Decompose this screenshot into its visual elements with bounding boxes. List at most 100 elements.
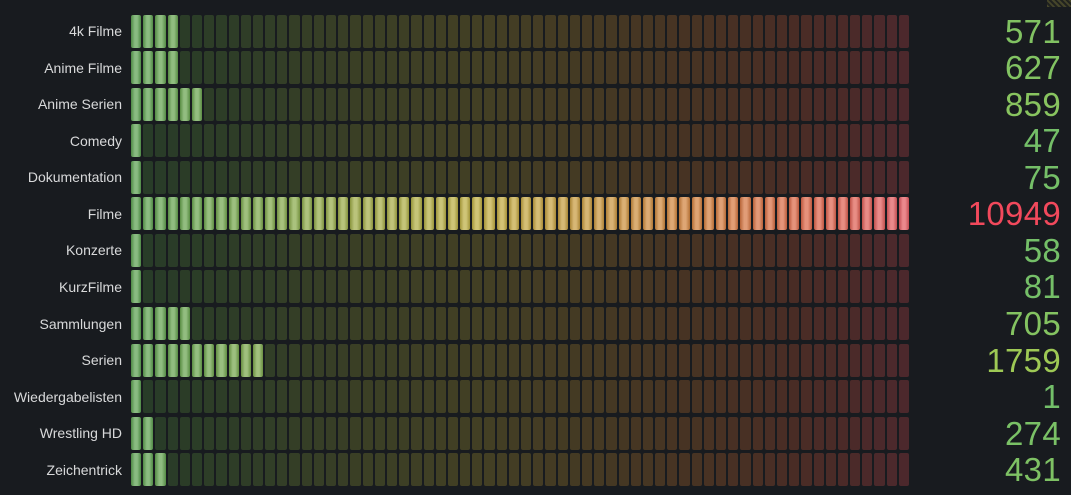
bar-cell-unlit [179, 233, 190, 267]
bar-cell-unlit [801, 160, 812, 194]
bar-cell-unlit [350, 416, 361, 450]
bar-cell-unlit [752, 14, 763, 48]
bar-cell-unlit [472, 160, 483, 194]
bar-cell-unlit [813, 87, 824, 121]
bar-cell-unlit [155, 124, 166, 158]
bar-cell-unlit [435, 453, 446, 487]
row-value: 627 [1005, 49, 1061, 87]
bar-cell-unlit [642, 124, 654, 158]
bar-cell-unlit [240, 233, 251, 267]
bar-cell-unlit [386, 51, 398, 85]
bar-cell-lit [131, 380, 142, 414]
bar-cell-unlit [716, 343, 727, 377]
bar-cell-unlit [569, 160, 580, 194]
bar-cell-unlit [862, 380, 873, 414]
bar-cell-unlit [252, 270, 264, 304]
bar-cell-unlit [521, 453, 532, 487]
bar-cell-unlit [581, 160, 593, 194]
bar-cell-unlit [740, 51, 751, 85]
bar-cell-unlit [801, 124, 812, 158]
bar-cell-unlit [825, 51, 836, 85]
bar-cell-unlit [313, 160, 324, 194]
bar-cell-unlit [618, 87, 629, 121]
bar-cell-unlit [411, 124, 422, 158]
bar-cell-unlit [252, 124, 264, 158]
bar-cell-unlit [326, 270, 337, 304]
bar-cell-unlit [581, 343, 593, 377]
bar-cell-unlit [776, 87, 788, 121]
bar-cell-unlit [581, 307, 593, 341]
bar-cell-unlit [484, 14, 495, 48]
bar-cell-unlit [289, 124, 300, 158]
gauge-row: KurzFilme 81 [0, 269, 1071, 306]
bar-cell-unlit [228, 380, 239, 414]
bar-cell-lit [703, 197, 714, 231]
bar-cell-unlit [740, 87, 751, 121]
bar-cell-unlit [642, 416, 654, 450]
bar-cell-lit [155, 197, 166, 231]
bar-cell-unlit [460, 233, 471, 267]
bar-cell-unlit [460, 51, 471, 85]
corner-texture-decoration [1047, 0, 1071, 7]
bar-cell-unlit [642, 233, 654, 267]
bar-cell-unlit [411, 380, 422, 414]
bar-cell-unlit [679, 380, 690, 414]
gauge-row: Wrestling HD 274 [0, 415, 1071, 452]
bar-cell-unlit [338, 160, 349, 194]
bar-cell-unlit [630, 453, 641, 487]
bar-cell-unlit [289, 416, 300, 450]
bar-cell-unlit [813, 233, 824, 267]
gauge-row: 4k Filme 571 [0, 13, 1071, 50]
bar-cell-unlit [837, 380, 849, 414]
bar-cell-unlit [277, 453, 288, 487]
bar-cell-unlit [265, 270, 276, 304]
bar-cell-unlit [752, 233, 763, 267]
bar-cell-unlit [557, 270, 568, 304]
bar-cell-unlit [630, 270, 641, 304]
bar-cell-unlit [350, 307, 361, 341]
bar-cell-unlit [252, 416, 264, 450]
bar-cell-unlit [167, 416, 178, 450]
bar-cell-unlit [667, 416, 678, 450]
bar-cell-unlit [447, 160, 459, 194]
bar-cell-unlit [862, 307, 873, 341]
bar-cell-lit [338, 197, 349, 231]
bar-cell-unlit [545, 307, 556, 341]
bar-cell-lit [167, 51, 178, 85]
bar-cell-unlit [228, 14, 239, 48]
bar-cell-unlit [374, 307, 385, 341]
bar-cell-lit [655, 197, 666, 231]
bar-cell-unlit [521, 14, 532, 48]
row-value: 274 [1005, 414, 1061, 452]
bar-cell-lit [155, 14, 166, 48]
bar-cell-unlit [460, 416, 471, 450]
bar-cell-unlit [764, 307, 775, 341]
bar-cell-unlit [460, 14, 471, 48]
bar-cell-unlit [508, 14, 519, 48]
bar-cell-unlit [472, 14, 483, 48]
bar-cell-unlit [496, 160, 507, 194]
bar-cell-unlit [374, 270, 385, 304]
bar-cell-unlit [703, 416, 714, 450]
bar-cell-unlit [862, 124, 873, 158]
bar-cell-unlit [362, 160, 373, 194]
bar-cell-lit [399, 197, 410, 231]
bar-cell-unlit [618, 14, 629, 48]
bar-cell-unlit [338, 87, 349, 121]
bar-cell-unlit [776, 160, 788, 194]
bar-cell-unlit [740, 160, 751, 194]
bar-cell-lit [545, 197, 556, 231]
bar-cell-unlit [265, 307, 276, 341]
bar-cell-unlit [776, 343, 788, 377]
bar-cell-unlit [764, 233, 775, 267]
bar-cell-unlit [606, 233, 617, 267]
bar-cell-unlit [496, 270, 507, 304]
bar-cell-unlit [399, 270, 410, 304]
bar-cell-unlit [521, 124, 532, 158]
bar-cell-unlit [850, 124, 861, 158]
bar-cell-unlit [898, 307, 909, 341]
bar-cell-unlit [228, 51, 239, 85]
bar-cell-lit [143, 307, 154, 341]
bar-cell-unlit [496, 233, 507, 267]
bar-cell-unlit [386, 124, 398, 158]
